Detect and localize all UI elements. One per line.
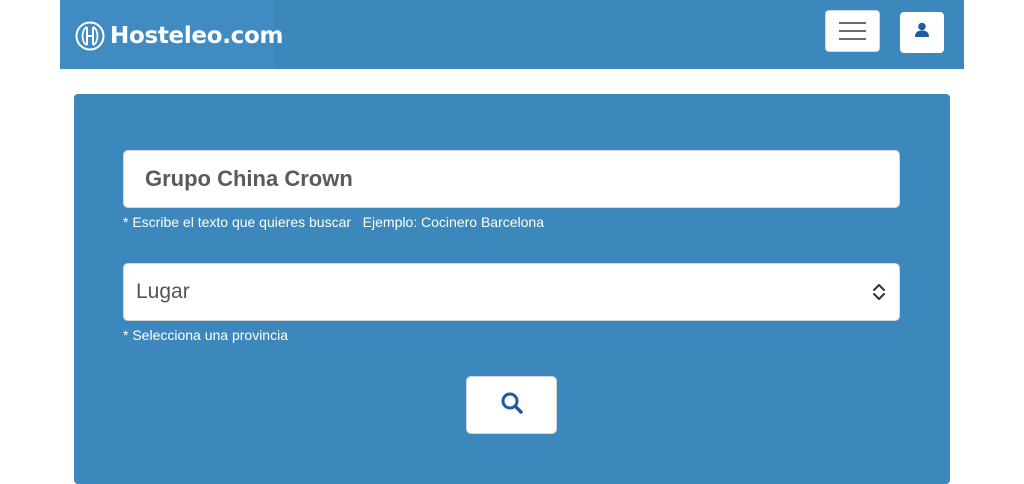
logo-text: Hosteleo.com <box>110 23 284 49</box>
site-header: Hosteleo.com <box>60 0 964 69</box>
search-icon <box>500 391 524 420</box>
location-helper-text: * Selecciona una provincia <box>123 327 288 343</box>
location-select[interactable]: Lugar <box>123 263 900 321</box>
user-icon <box>914 22 930 43</box>
search-helper-text: * Escribe el texto que quieres buscar Ej… <box>123 214 544 230</box>
logo-block[interactable]: Hosteleo.com <box>60 0 283 69</box>
hamburger-menu-icon-line <box>839 38 866 40</box>
site-logo[interactable]: Hosteleo.com <box>75 19 283 53</box>
search-panel: * Escribe el texto que quieres buscar Ej… <box>74 94 950 484</box>
chevron-up-down-icon <box>871 282 887 302</box>
location-select-value: Lugar <box>136 280 190 303</box>
hamburger-menu-icon <box>839 22 866 24</box>
hamburger-menu-icon-line <box>839 30 866 32</box>
menu-button[interactable] <box>825 10 880 52</box>
search-button[interactable] <box>466 376 557 434</box>
hosteleo-logo-icon <box>75 20 105 52</box>
search-input[interactable] <box>123 150 900 208</box>
user-account-button[interactable] <box>900 12 944 53</box>
